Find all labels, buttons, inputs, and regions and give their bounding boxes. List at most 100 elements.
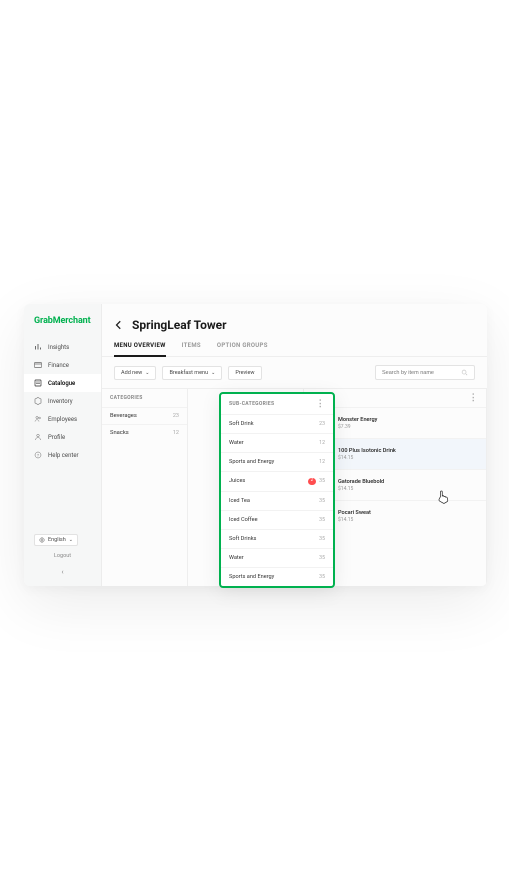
- chart-icon: [34, 343, 42, 351]
- sidebar-item-label: Profile: [48, 434, 65, 441]
- item-name: Gatorade Bluebold: [338, 479, 384, 485]
- sidebar-item-inventory[interactable]: Inventory: [24, 392, 101, 410]
- subcategory-label: Soft Drink: [229, 421, 254, 427]
- sidebar-item-label: Inventory: [48, 398, 73, 405]
- category-row[interactable]: Snacks 12: [102, 424, 187, 441]
- language-label: English: [48, 537, 66, 543]
- subcategory-row[interactable]: Soft Drink 23: [221, 414, 333, 433]
- dropdown-label: Breakfast menu: [169, 370, 208, 376]
- menu-select-dropdown[interactable]: Breakfast menu ⌄: [162, 366, 222, 380]
- subcategory-count: 35: [319, 536, 325, 542]
- subcategory-row[interactable]: Water 35: [221, 548, 333, 567]
- chevron-down-icon: ⌄: [69, 537, 73, 543]
- sidebar-item-insights[interactable]: Insights: [24, 338, 101, 356]
- subcategory-row[interactable]: Water 12: [221, 433, 333, 452]
- button-label: Add new: [121, 370, 142, 376]
- item-price: $14.15: [338, 486, 384, 492]
- button-label: Preview: [235, 370, 254, 376]
- subcategories-more-button[interactable]: ⋮: [316, 402, 325, 407]
- sidebar-item-label: Catalogue: [48, 380, 75, 387]
- item-price: $14.15: [338, 517, 371, 523]
- sidebar-item-employees[interactable]: Employees: [24, 410, 101, 428]
- subcategory-count: 23: [319, 421, 325, 427]
- item-name: 100 Plus Isotonic Drink: [338, 448, 396, 454]
- add-new-button[interactable]: Add new ⌄: [114, 366, 156, 380]
- sidebar-item-profile[interactable]: Profile: [24, 428, 101, 446]
- sidebar-item-label: Help center: [48, 452, 79, 459]
- sidebar-item-label: Employees: [48, 416, 77, 423]
- subcategory-count: 35: [319, 478, 325, 484]
- subcategory-label: Iced Coffee: [229, 517, 258, 523]
- item-name: Pocari Sweat: [338, 510, 371, 516]
- preview-button[interactable]: Preview: [228, 366, 261, 380]
- categories-column: CATEGORIES Beverages 23 Snacks 12: [102, 389, 188, 586]
- users-icon: [34, 415, 42, 423]
- subcategory-count: 35: [319, 574, 325, 580]
- sidebar-item-label: Insights: [48, 344, 69, 351]
- back-button[interactable]: [114, 319, 126, 331]
- subcategory-label: Soft Drinks: [229, 536, 256, 542]
- category-row[interactable]: Beverages 23: [102, 407, 187, 424]
- subcategory-count: 12: [319, 440, 325, 446]
- help-icon: ?: [34, 451, 42, 459]
- svg-text:?: ?: [37, 453, 39, 458]
- subcategory-count: 35: [319, 555, 325, 561]
- subcategory-count: 35: [319, 498, 325, 504]
- warning-badge: 2: [308, 478, 317, 485]
- chevron-down-icon: ⌄: [145, 370, 149, 376]
- subcategory-label: Sports and Energy: [229, 574, 274, 580]
- brand-logo: GrabMerchant: [24, 316, 101, 338]
- item-name: Monster Energy: [338, 417, 377, 423]
- item-price: $7.39: [338, 424, 377, 430]
- categories-heading: CATEGORIES: [102, 389, 187, 407]
- card-icon: [34, 361, 42, 369]
- list-icon: [34, 379, 42, 387]
- subcategory-count: 12: [319, 459, 325, 465]
- category-label: Beverages: [110, 413, 137, 419]
- logout-link[interactable]: Logout: [34, 553, 91, 559]
- subcategories-panel: SUB-CATEGORIES ⋮ Soft Drink 23 Water 12 …: [219, 392, 335, 588]
- search-box[interactable]: [375, 365, 475, 380]
- chevron-down-icon: ⌄: [211, 370, 215, 376]
- item-price: $14.15: [338, 455, 396, 461]
- sidebar-footer: English ⌄ Logout ‹: [24, 526, 101, 586]
- subcategory-label: Sports and Energy: [229, 459, 274, 465]
- tab-bar: MENU OVERVIEW ITEMS OPTION GROUPS: [102, 342, 487, 357]
- tab-menu-overview[interactable]: MENU OVERVIEW: [114, 342, 166, 357]
- subcategory-label: Water: [229, 555, 244, 561]
- globe-icon: [39, 537, 45, 543]
- subcategory-row[interactable]: Soft Drinks 35: [221, 529, 333, 548]
- box-icon: [34, 397, 42, 405]
- search-icon: [461, 369, 468, 376]
- sidebar-item-finance[interactable]: Finance: [24, 356, 101, 374]
- category-label: Snacks: [110, 430, 129, 436]
- page-title: SpringLeaf Tower: [132, 318, 227, 332]
- subcategory-label: Iced Tea: [229, 498, 250, 504]
- subcategory-label: Juices: [229, 478, 245, 484]
- subcategory-count-with-warning: 2 35: [308, 478, 325, 485]
- subcategory-row[interactable]: Iced Tea 35: [221, 491, 333, 510]
- tab-items[interactable]: ITEMS: [182, 342, 201, 356]
- user-icon: [34, 433, 42, 441]
- toolbar: Add new ⌄ Breakfast menu ⌄ Preview: [102, 357, 487, 388]
- sidebar-collapse-button[interactable]: ‹: [34, 568, 91, 576]
- sidebar: GrabMerchant Insights Finance Catalogue: [24, 304, 102, 586]
- subcategory-label: Water: [229, 440, 244, 446]
- subcategory-row[interactable]: Juices 2 35: [221, 471, 333, 491]
- language-selector[interactable]: English ⌄: [34, 534, 78, 546]
- sidebar-item-label: Finance: [48, 362, 69, 369]
- subcategory-row[interactable]: Sports and Energy 12: [221, 452, 333, 471]
- search-input[interactable]: [382, 370, 457, 376]
- sidebar-nav: Insights Finance Catalogue Inventory: [24, 338, 101, 526]
- subcategory-row[interactable]: Sports and Energy 35: [221, 567, 333, 586]
- cursor-pointer-icon: [437, 490, 449, 504]
- tab-option-groups[interactable]: OPTION GROUPS: [217, 342, 268, 356]
- sidebar-item-help-center[interactable]: ? Help center: [24, 446, 101, 464]
- items-more-button[interactable]: ⋮: [469, 396, 478, 401]
- subcategory-count: 35: [319, 517, 325, 523]
- page-header: SpringLeaf Tower: [102, 304, 487, 338]
- subcategory-row[interactable]: Iced Coffee 35: [221, 510, 333, 529]
- category-count: 23: [173, 413, 179, 419]
- sidebar-item-catalogue[interactable]: Catalogue: [24, 374, 101, 392]
- subcategories-heading: SUB-CATEGORIES ⋮: [221, 394, 333, 414]
